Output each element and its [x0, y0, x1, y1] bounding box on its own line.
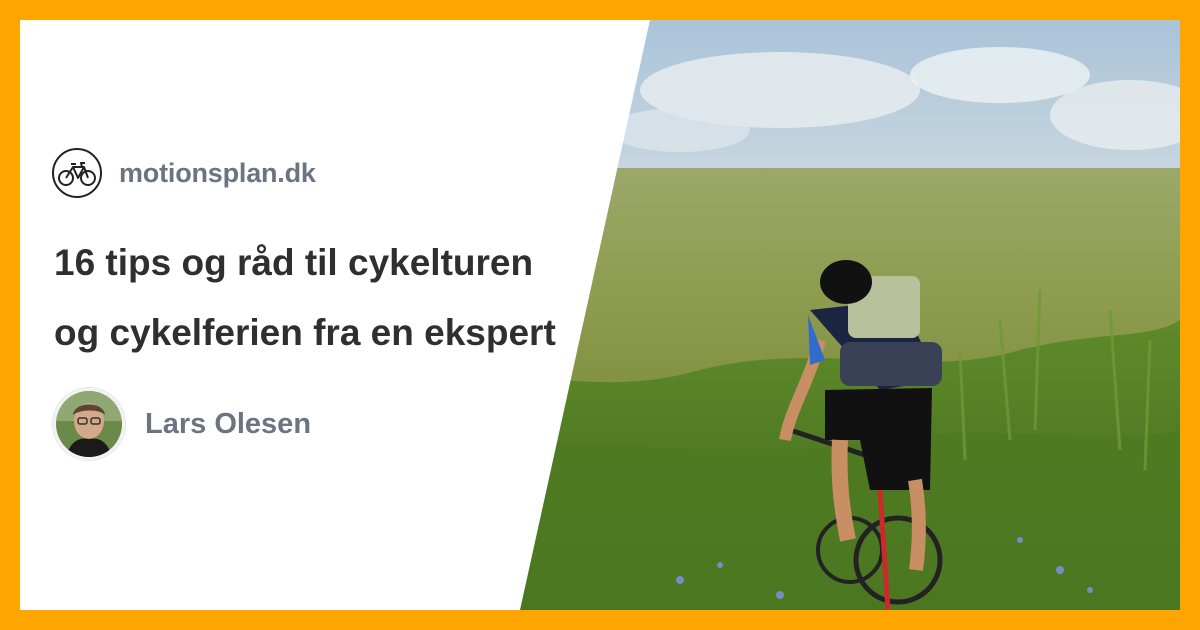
- site-brand[interactable]: motionsplan.dk: [52, 146, 316, 200]
- bicycle-icon: [52, 148, 102, 198]
- title-line-1: 16 tips og råd til cykelturen: [54, 242, 534, 283]
- author-info[interactable]: Lars Olesen: [53, 388, 311, 460]
- author-avatar: [53, 388, 125, 460]
- article-title: 16 tips og råd til cykelturen og cykelfe…: [54, 228, 580, 368]
- og-card: motionsplan.dk 16 tips og råd til cykelt…: [0, 0, 1200, 630]
- title-line-2: og cykelferien fra en ekspert: [54, 312, 556, 353]
- text-area: motionsplan.dk 16 tips og råd til cykelt…: [20, 20, 580, 610]
- site-name: motionsplan.dk: [119, 157, 316, 188]
- author-name: Lars Olesen: [145, 407, 312, 440]
